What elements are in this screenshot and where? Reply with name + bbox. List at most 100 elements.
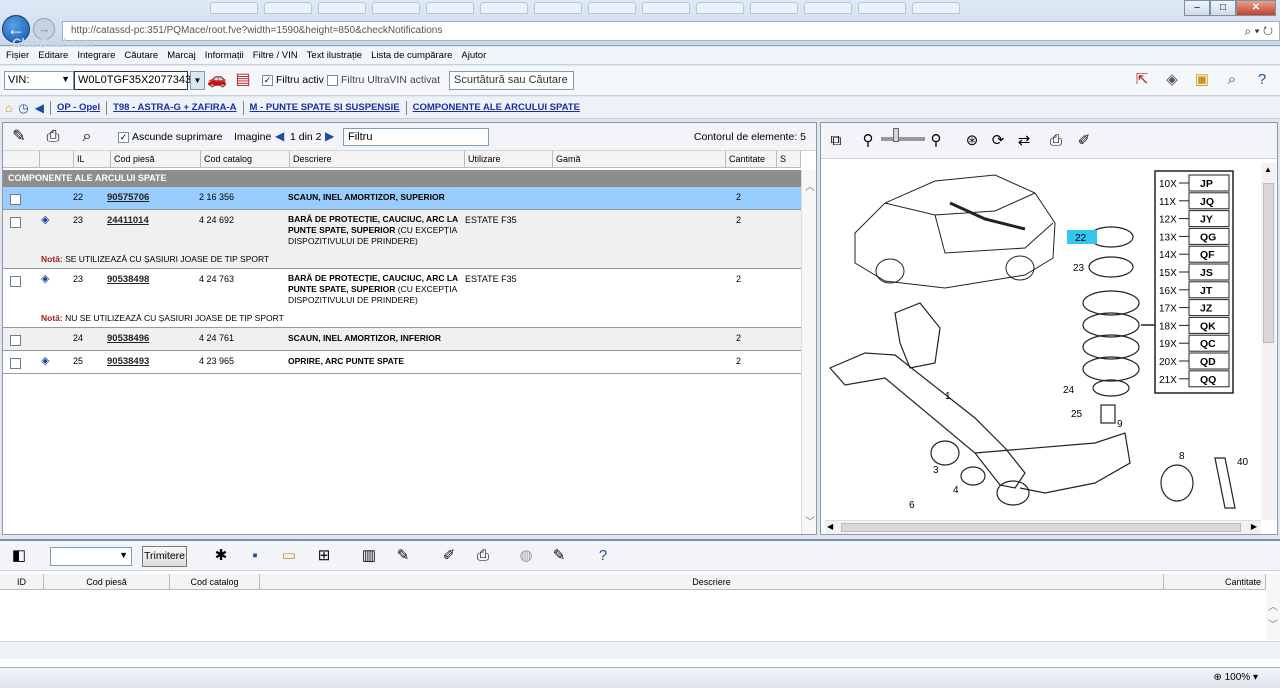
info-diamond-icon[interactable]: ◈ bbox=[41, 272, 49, 285]
callout-6[interactable]: 6 bbox=[909, 500, 915, 511]
edit-list-icon[interactable]: ✎ bbox=[392, 545, 414, 567]
part-number-link[interactable]: 90575706 bbox=[107, 192, 149, 203]
variant-code[interactable]: JP bbox=[1200, 178, 1213, 190]
mirror-icon[interactable]: ⇄ bbox=[1013, 130, 1035, 152]
vin-type-select[interactable]: VIN: ▼ bbox=[4, 71, 74, 90]
row-checkbox[interactable] bbox=[10, 217, 21, 228]
chevron-down-icon[interactable]: ﹀ bbox=[805, 513, 815, 528]
callout-24[interactable]: 24 bbox=[1063, 385, 1075, 396]
zoom-level[interactable]: ⊕ 100% ▾ bbox=[1213, 672, 1258, 683]
help-icon[interactable]: ? bbox=[1252, 70, 1272, 90]
notebook-icon[interactable]: ▣ bbox=[1192, 70, 1212, 90]
send-button[interactable]: Trimitere bbox=[142, 546, 187, 567]
new-list-icon[interactable]: ✱ bbox=[210, 545, 232, 567]
layers-icon[interactable]: ◈ bbox=[1162, 70, 1182, 90]
table-row[interactable]: 24 90538496 4 24 761 SCAUN, INEL AMORTIZ… bbox=[3, 328, 801, 351]
variant-code[interactable]: JT bbox=[1200, 285, 1213, 297]
breadcrumb-section[interactable]: COMPONENTE ALE ARCULUI SPATE bbox=[413, 102, 580, 113]
browser-tab[interactable] bbox=[858, 2, 906, 14]
chevron-down-icon[interactable]: ﹀ bbox=[1268, 616, 1278, 631]
globe-icon[interactable]: ◍ bbox=[515, 545, 537, 567]
breadcrumb-make[interactable]: OP - Opel bbox=[57, 102, 100, 113]
variant-code[interactable]: JQ bbox=[1200, 196, 1214, 208]
scroll-up-icon[interactable]: ▲ bbox=[1264, 165, 1272, 174]
variant-code[interactable]: QG bbox=[1200, 231, 1216, 243]
menu-item[interactable]: Filtre / VIN bbox=[253, 50, 298, 61]
col-description[interactable]: Descriere bbox=[260, 574, 1164, 590]
menu-item[interactable]: Ajutor bbox=[461, 50, 486, 61]
variant-code[interactable]: JS bbox=[1200, 267, 1213, 279]
fit-window-icon[interactable]: ⧉ bbox=[825, 130, 847, 152]
info-diamond-icon[interactable]: ◈ bbox=[41, 354, 49, 367]
filter-active-checkbox[interactable]: ✓ Filtru activ bbox=[262, 74, 324, 86]
callout-3[interactable]: 3 bbox=[933, 465, 939, 476]
previous-image-icon[interactable]: ◀ bbox=[275, 129, 284, 143]
breadcrumb-group[interactable]: M - PUNTE SPATE ȘI SUSPENSIE bbox=[250, 102, 400, 113]
shopping-list-scrollbar[interactable]: ︿ ﹀ bbox=[1266, 574, 1280, 640]
ultravin-checkbox[interactable]: Filtru UltraVIN activat bbox=[327, 74, 440, 86]
checkbox-unchecked[interactable] bbox=[327, 74, 338, 86]
callout-23[interactable]: 23 bbox=[1073, 263, 1085, 274]
browser-tab[interactable] bbox=[804, 2, 852, 14]
menu-item[interactable]: Integrare bbox=[77, 50, 115, 61]
callout-8[interactable]: 8 bbox=[1179, 451, 1185, 462]
home-icon[interactable]: ⌂ bbox=[5, 101, 12, 115]
zoom-slider[interactable] bbox=[881, 137, 925, 141]
part-number-link[interactable]: 90538498 bbox=[107, 274, 149, 285]
zoom-slider-thumb[interactable] bbox=[893, 128, 899, 142]
chevron-up-icon[interactable]: ︿ bbox=[1268, 598, 1278, 613]
browser-tab[interactable] bbox=[318, 2, 366, 14]
part-number-link[interactable]: 90538493 bbox=[107, 356, 149, 367]
address-bar[interactable]: http://catassd-pc:351/PQMace/root.fve?wi… bbox=[62, 21, 1280, 41]
scroll-thumb[interactable] bbox=[841, 523, 1241, 532]
search-book-icon[interactable]: ⌕ bbox=[1222, 70, 1242, 90]
zoom-in-icon[interactable]: ⚲ bbox=[925, 130, 947, 152]
menu-item[interactable]: Fișier bbox=[6, 50, 29, 61]
browser-tab[interactable] bbox=[642, 2, 690, 14]
col-quantity[interactable]: Cantitate bbox=[1164, 574, 1266, 590]
callout-9[interactable]: 9 bbox=[1117, 419, 1123, 430]
vin-dropdown-button[interactable]: ▼ bbox=[190, 71, 205, 90]
breadcrumb-model[interactable]: T98 - ASTRA-G + ZAFIRA-A bbox=[113, 102, 236, 113]
callout-1[interactable]: 1 bbox=[945, 391, 951, 402]
col-part-number[interactable]: Cod piesă bbox=[44, 574, 170, 590]
table-row[interactable]: ◈ 23 90538498 4 24 763 BARĂ DE PROTECȚIE… bbox=[3, 269, 801, 328]
table-row[interactable]: 22 90575706 2 16 356 SCAUN, INEL AMORTIZ… bbox=[3, 187, 801, 210]
scroll-thumb[interactable] bbox=[1263, 183, 1274, 343]
col-catalog[interactable]: Cod catalog bbox=[200, 151, 289, 168]
print-icon[interactable]: ⎙ bbox=[1045, 130, 1067, 152]
print-icon[interactable]: ⎙ bbox=[43, 127, 63, 147]
filter-input[interactable]: Filtru bbox=[343, 128, 489, 146]
callout-4[interactable]: 4 bbox=[953, 485, 959, 496]
checkbox-checked[interactable]: ✓ bbox=[262, 74, 273, 86]
browser-tab[interactable] bbox=[750, 2, 798, 14]
col-description[interactable]: Descriere bbox=[289, 151, 464, 168]
next-image-icon[interactable]: ▶ bbox=[325, 129, 334, 143]
browser-tab[interactable] bbox=[426, 2, 474, 14]
minimize-button[interactable]: – bbox=[1184, 0, 1210, 16]
browser-tab[interactable] bbox=[210, 2, 258, 14]
pdf-icon[interactable]: ▤ bbox=[233, 70, 253, 90]
close-button[interactable]: ✕ bbox=[1236, 0, 1276, 16]
add-item-icon[interactable]: ⊞ bbox=[313, 545, 335, 567]
parts-scrollbar[interactable]: ︿ ﹀ bbox=[801, 170, 816, 534]
help-icon[interactable]: ? bbox=[592, 545, 614, 567]
variant-code[interactable]: JZ bbox=[1200, 303, 1213, 315]
col-part-number[interactable]: Cod piesă bbox=[110, 151, 200, 168]
print-icon[interactable]: ⎙ bbox=[472, 545, 494, 567]
shortcut-search-input[interactable]: Scurtătură sau Căutare bbox=[449, 71, 574, 90]
scroll-right-icon[interactable]: ▶ bbox=[1251, 522, 1257, 531]
address-search-refresh-icons[interactable]: ⌕ ▾ ↻ bbox=[1244, 24, 1273, 39]
variant-code[interactable]: QF bbox=[1200, 249, 1215, 261]
col-il[interactable]: IL bbox=[73, 151, 110, 168]
checkbox-checked[interactable]: ✓ bbox=[118, 131, 129, 143]
exploded-parts-diagram[interactable]: 22 23 24 25 1 9 8 3 4 40 6 10X JP 11X JQ 12X… bbox=[825, 163, 1259, 520]
browser-tab[interactable] bbox=[696, 2, 744, 14]
car-icon[interactable]: 🚗 bbox=[207, 70, 227, 90]
row-checkbox[interactable] bbox=[10, 335, 21, 346]
menu-item[interactable]: Editare bbox=[38, 50, 68, 61]
hide-deleted-checkbox[interactable]: ✓ Ascunde suprimare bbox=[118, 131, 222, 143]
col-usage[interactable]: Utilizare bbox=[464, 151, 552, 168]
variant-code[interactable]: JY bbox=[1200, 214, 1213, 226]
print-preview-icon[interactable]: ⌕ bbox=[77, 127, 97, 147]
